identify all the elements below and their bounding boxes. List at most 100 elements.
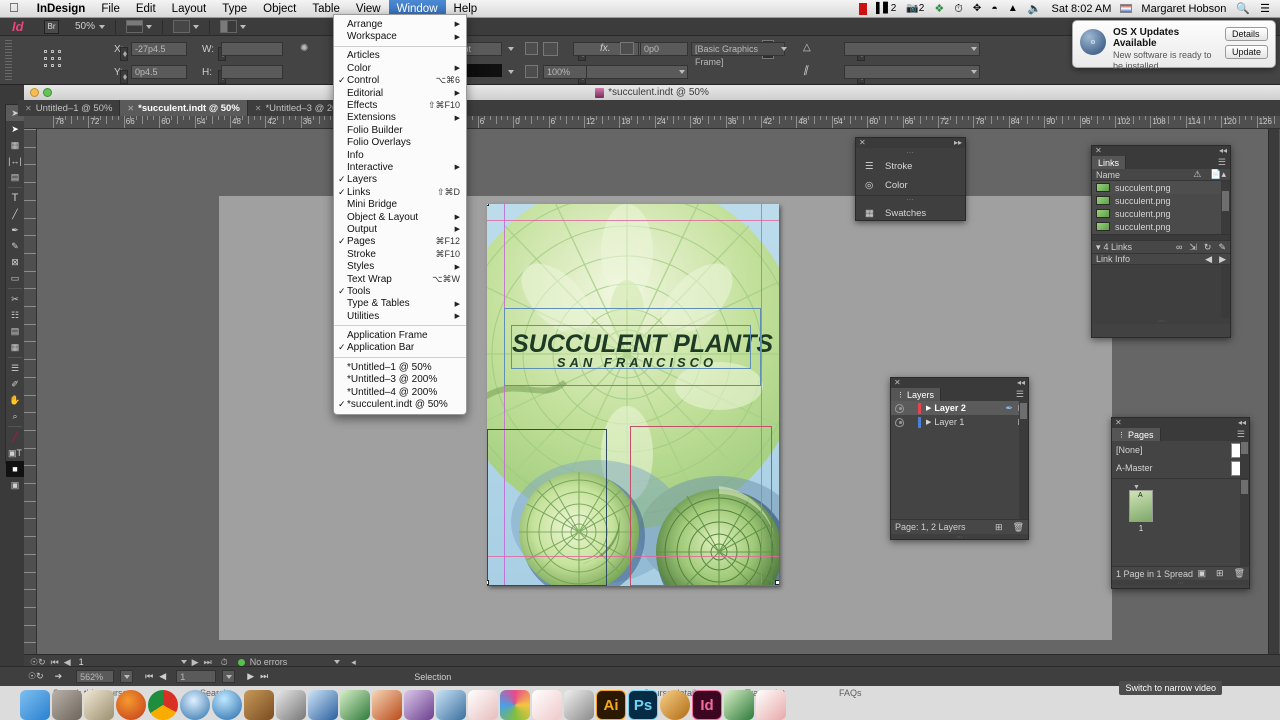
selection-handle[interactable] bbox=[487, 204, 489, 206]
masters-scrollbar[interactable] bbox=[1240, 441, 1249, 478]
audio-meter-icon[interactable]: ▌▋2 bbox=[871, 0, 901, 18]
pages-scrollbar[interactable] bbox=[1240, 479, 1249, 567]
swatches-panel-item[interactable]: ▦ Swatches bbox=[856, 204, 965, 223]
tab-layers[interactable]: ⋮ Layers bbox=[891, 388, 942, 401]
menu-item-folio-builder[interactable]: Folio Builder bbox=[334, 124, 466, 136]
panel-menu-icon[interactable]: ☰ bbox=[1233, 428, 1249, 441]
expand-layer-icon[interactable]: ▶ bbox=[926, 404, 931, 412]
menu-item-type-tables[interactable]: Type & Tables ▶ bbox=[334, 298, 466, 310]
imovie-icon[interactable] bbox=[84, 690, 114, 720]
menu-item-application-bar[interactable]: ✓ Application Bar bbox=[334, 342, 466, 354]
menu-item-color[interactable]: Color ▶ bbox=[334, 62, 466, 74]
screen-mode-button[interactable] bbox=[126, 20, 153, 33]
finder-icon[interactable] bbox=[20, 690, 50, 720]
line-tool[interactable]: ╱ bbox=[6, 206, 24, 222]
menu-item-output[interactable]: Output ▶ bbox=[334, 223, 466, 235]
next-page-button[interactable]: ▶ bbox=[247, 671, 254, 682]
y-field[interactable]: 0p4.5 bbox=[131, 65, 187, 79]
camera-icon[interactable]: 📷2 bbox=[901, 0, 929, 18]
menu-item-extensions[interactable]: Extensions ▶ bbox=[334, 112, 466, 124]
relink-icon[interactable]: ∞ bbox=[1176, 242, 1182, 253]
expand-panels-icon[interactable]: ▸▸ bbox=[954, 139, 962, 147]
reader-icon[interactable] bbox=[532, 690, 562, 720]
pdf-icon[interactable] bbox=[756, 690, 786, 720]
rotation-select[interactable] bbox=[844, 42, 980, 56]
menu-item-editorial[interactable]: Editorial ▶ bbox=[334, 87, 466, 99]
prev-page-button[interactable]: ◀ bbox=[159, 671, 166, 682]
menu-item-stroke[interactable]: Stroke ⌘F10 bbox=[334, 248, 466, 260]
wifi-icon[interactable]: ◓ bbox=[986, 0, 1003, 18]
drag-grip[interactable]: ⋯ bbox=[856, 195, 965, 204]
dvd-player-icon[interactable] bbox=[276, 690, 306, 720]
powerpoint-icon[interactable] bbox=[372, 690, 402, 720]
excel2-icon[interactable] bbox=[724, 690, 754, 720]
minidock-title-bar[interactable]: ✕ ▸▸ bbox=[856, 138, 965, 148]
close-icon[interactable]: ✕ bbox=[25, 104, 32, 113]
excel-icon[interactable] bbox=[340, 690, 370, 720]
safari-icon[interactable] bbox=[180, 690, 210, 720]
gap-tool[interactable]: |↔| bbox=[6, 153, 24, 169]
normal-view-mode[interactable]: ▣ bbox=[6, 477, 24, 493]
garageband-icon[interactable] bbox=[244, 690, 274, 720]
panel-menu-icon[interactable]: ☰ bbox=[1214, 156, 1230, 169]
image-frame-right[interactable] bbox=[630, 426, 772, 586]
h-field[interactable] bbox=[221, 65, 283, 79]
layers-title-bar[interactable]: ✕ ◂◂ bbox=[891, 378, 1028, 388]
screencast-page-select[interactable] bbox=[222, 670, 236, 683]
selection-handle[interactable] bbox=[775, 580, 779, 585]
share-icon[interactable]: ➔ bbox=[55, 671, 63, 682]
rectangle-tool[interactable]: ▭ bbox=[6, 270, 24, 286]
stroke-panel-item[interactable]: ☰ Stroke bbox=[856, 157, 965, 176]
itunes-icon[interactable] bbox=[212, 690, 242, 720]
last-page-button[interactable]: ⏭ bbox=[260, 671, 268, 682]
y-stepper[interactable] bbox=[120, 70, 128, 84]
tab-succulent[interactable]: ✕ *succulent.indt @ 50% bbox=[120, 100, 248, 116]
menu-layout[interactable]: Layout bbox=[164, 0, 215, 18]
us-flag-icon[interactable] bbox=[1120, 4, 1133, 13]
layers-scrollbar[interactable] bbox=[1019, 401, 1028, 519]
menu-object[interactable]: Object bbox=[255, 0, 304, 18]
window-menu-dropdown[interactable]: Arrange ▶ Workspace ▶ Articles Color ▶ ✓ Control… bbox=[333, 14, 467, 415]
object-style-field[interactable]: [Basic Graphics Frame] bbox=[691, 42, 785, 67]
indesign-icon[interactable]: Id bbox=[692, 690, 722, 720]
close-icon[interactable]: ✕ bbox=[1115, 419, 1122, 427]
menu-item-pages[interactable]: ✓ Pages ⌘F12 bbox=[334, 236, 466, 248]
menu-type[interactable]: Type bbox=[214, 0, 255, 18]
tab-pages[interactable]: ⋮ Pages bbox=[1112, 428, 1161, 441]
note-tool[interactable]: ☰ bbox=[6, 360, 24, 376]
warning-icon[interactable]: ⚠ bbox=[1193, 169, 1201, 180]
menu-item-utilities[interactable]: Utilities ▶ bbox=[334, 310, 466, 322]
menu-item-untitled-1-50[interactable]: *Untitled–1 @ 50% bbox=[334, 361, 466, 373]
menu-bar-user[interactable]: Margaret Hobson bbox=[1136, 0, 1231, 18]
x-field[interactable]: -27p4.5 bbox=[131, 42, 187, 56]
master-row-a[interactable]: A-Master bbox=[1112, 459, 1249, 477]
menu-item-arrange[interactable]: Arrange ▶ bbox=[334, 18, 466, 30]
menu-item-folio-overlays[interactable]: Folio Overlays bbox=[334, 137, 466, 149]
link-info-scrollbar[interactable] bbox=[1221, 265, 1230, 318]
menu-item-workspace[interactable]: Workspace ▶ bbox=[334, 30, 466, 42]
drag-grip[interactable]: ⋯ bbox=[856, 148, 965, 157]
prev-link-icon[interactable]: ◀ bbox=[1205, 254, 1212, 265]
menu-item-interactive[interactable]: Interactive ▶ bbox=[334, 161, 466, 173]
arrange-documents-button[interactable] bbox=[220, 20, 247, 33]
new-layer-icon[interactable]: ⊞ bbox=[995, 522, 1003, 533]
pages-list[interactable]: ▼ A 1 bbox=[1112, 478, 1249, 567]
collapse-icon[interactable]: ◂◂ bbox=[1238, 419, 1246, 427]
zoom-level-select[interactable]: 50% bbox=[75, 21, 106, 32]
direct-selection-tool[interactable]: ➤ bbox=[6, 121, 24, 137]
effects-button[interactable]: fx. bbox=[600, 43, 611, 54]
resize-grip[interactable]: ⋯ bbox=[1112, 580, 1249, 587]
menu-item-text-wrap[interactable]: Text Wrap ⌥⌘W bbox=[334, 273, 466, 285]
menu-item-layers[interactable]: ✓ Layers bbox=[334, 174, 466, 186]
dropbox-icon[interactable]: ❖ bbox=[929, 0, 949, 18]
gradient-swatch-tool[interactable]: ▤ bbox=[6, 323, 24, 339]
layer-row-2[interactable]: ▶ Layer 2 ✒ bbox=[891, 401, 1028, 415]
menu-item-object-layout[interactable]: Object & Layout ▶ bbox=[334, 211, 466, 223]
menu-item-info[interactable]: Info bbox=[334, 149, 466, 161]
menu-item-tools[interactable]: ✓ Tools bbox=[334, 285, 466, 297]
visibility-icon[interactable] bbox=[895, 417, 904, 427]
links-scrollbar[interactable] bbox=[1221, 181, 1230, 234]
page-sort-icon[interactable]: 📄▴ bbox=[1210, 169, 1226, 180]
master-row-none[interactable]: [None] bbox=[1112, 441, 1249, 459]
red-square-icon[interactable] bbox=[859, 2, 867, 15]
